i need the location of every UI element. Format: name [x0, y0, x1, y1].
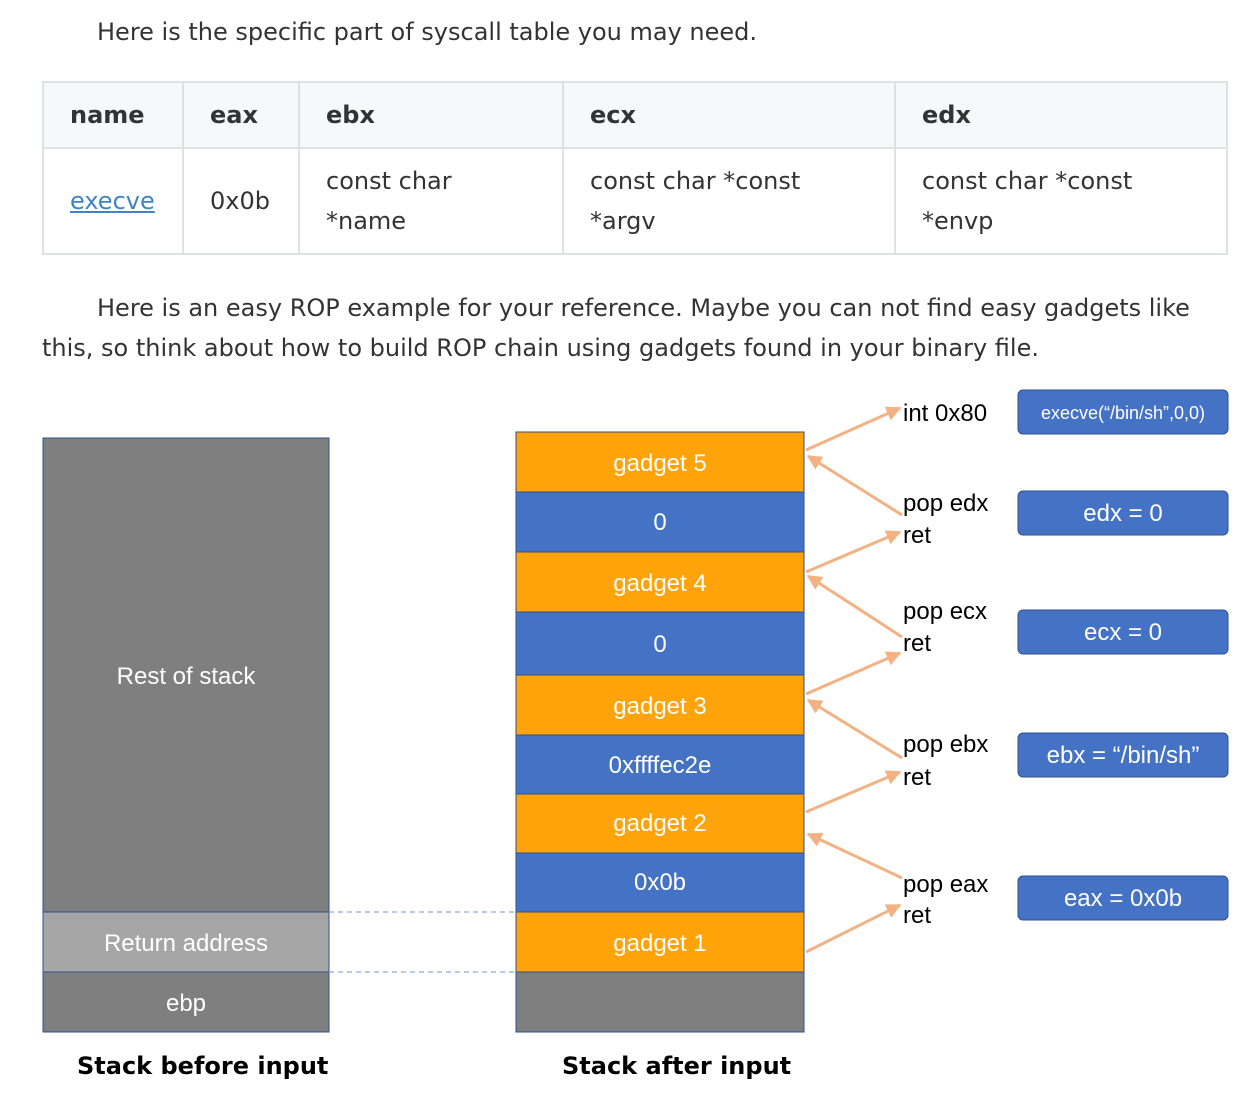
- arrow-gadget2-to-popebx: [805, 770, 902, 814]
- arrow-gadget4-to-popedx: [805, 530, 902, 574]
- gadget-text: ret: [903, 764, 931, 791]
- gadget-text: pop ecx: [903, 598, 987, 625]
- cell-label: gadget 3: [613, 693, 706, 720]
- gadget-text: ret: [903, 522, 931, 549]
- cell-label: 0x0b: [634, 869, 686, 896]
- arrow-popedx-ret-back: [806, 454, 903, 517]
- gadget-text: ret: [903, 630, 931, 657]
- gadget-text: ret: [903, 902, 931, 929]
- effect-label: edx = 0: [1083, 500, 1162, 527]
- arrow-popeax-ret-back: [806, 832, 903, 880]
- gadget-text: pop edx: [903, 490, 988, 517]
- arrow-gadget1-to-popeax: [805, 903, 902, 954]
- effect-label: ecx = 0: [1084, 619, 1162, 646]
- return-address-label: Return address: [104, 930, 268, 957]
- caption-stack-before: Stack before input: [77, 1052, 329, 1080]
- gadget-text: int 0x80: [903, 400, 987, 427]
- gadget-text: pop eax: [903, 871, 988, 898]
- caption-stack-after: Stack after input: [562, 1052, 792, 1080]
- cell-label: gadget 5: [613, 450, 706, 477]
- effect-label: ebx = “/bin/sh”: [1047, 742, 1200, 769]
- ebp-label: ebp: [166, 990, 206, 1017]
- cell-label: 0: [653, 509, 666, 536]
- gadget-text: pop ebx: [903, 731, 988, 758]
- cell-label: 0xffffec2e: [609, 752, 712, 779]
- cell-label: gadget 1: [613, 930, 706, 957]
- rop-diagram: Rest of stack Return address ebp gadget …: [42, 389, 1229, 1033]
- rest-of-stack-label: Rest of stack: [117, 663, 257, 690]
- cell-label: gadget 2: [613, 810, 706, 837]
- cell-label: gadget 4: [613, 570, 706, 597]
- arrow-gadget5-to-int80: [805, 406, 902, 452]
- arrow-popecx-ret-back: [806, 574, 903, 639]
- effect-label: eax = 0x0b: [1064, 885, 1182, 912]
- effect-label: execve(“/bin/sh”,0,0): [1041, 403, 1205, 423]
- cell-label: 0: [653, 631, 666, 658]
- arrow-gadget3-to-popecx: [805, 651, 902, 696]
- cell-ebp-after: [515, 971, 805, 1033]
- arrow-popebx-ret-back: [806, 698, 903, 760]
